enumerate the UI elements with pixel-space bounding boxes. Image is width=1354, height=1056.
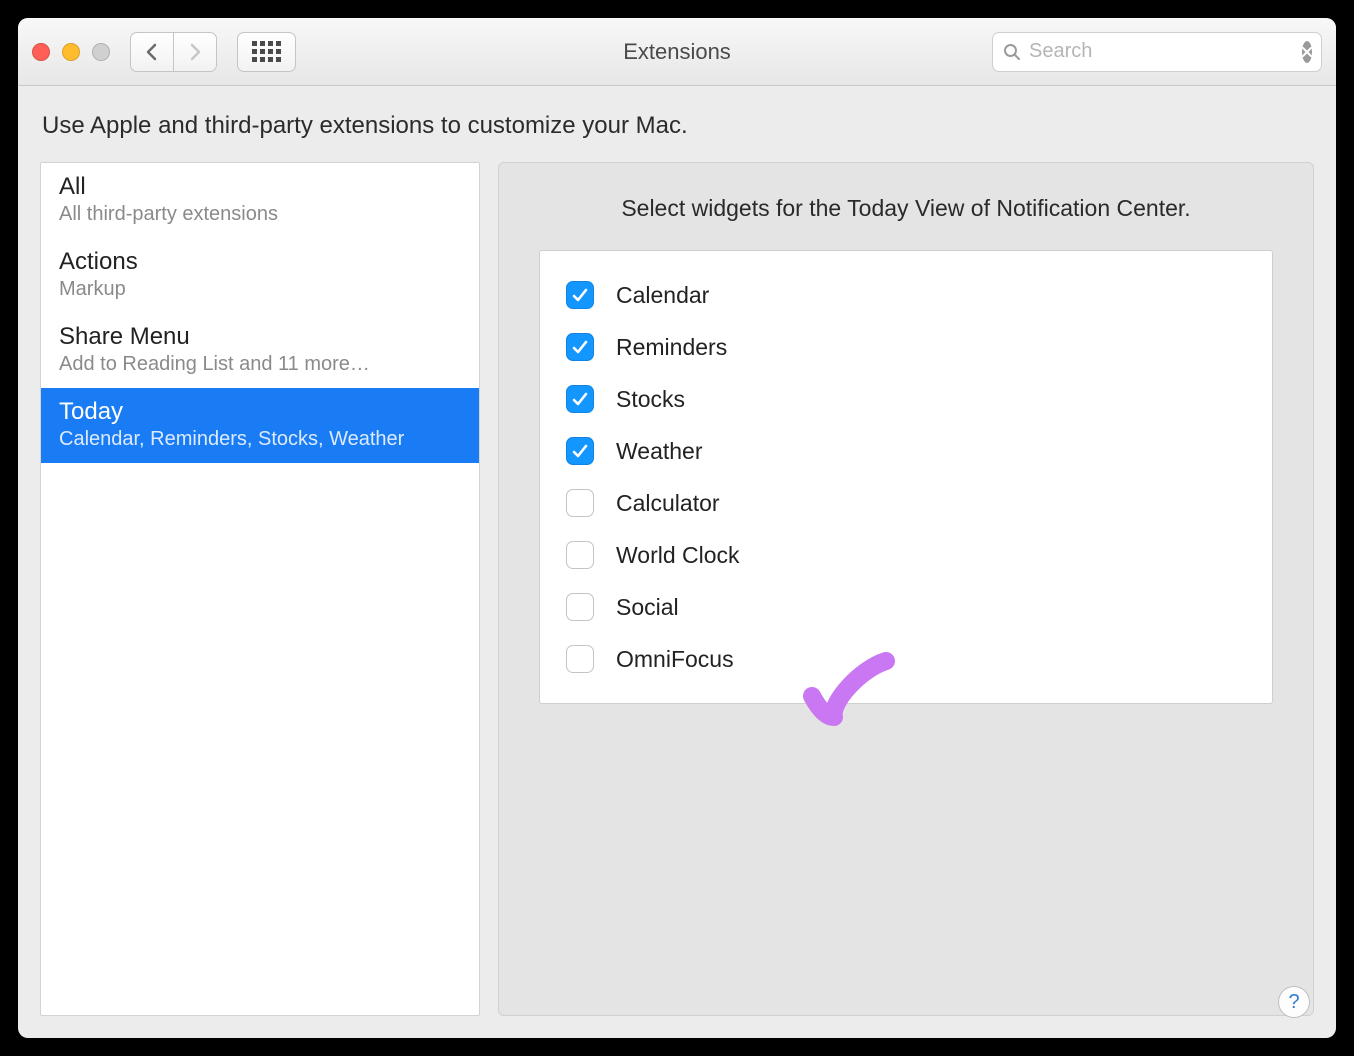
widget-label: OmniFocus bbox=[616, 646, 734, 673]
sidebar-item-share-menu[interactable]: Share Menu Add to Reading List and 11 mo… bbox=[41, 313, 479, 388]
sidebar-item-subtitle: Markup bbox=[59, 278, 461, 301]
search-field[interactable] bbox=[992, 32, 1322, 72]
widget-label: World Clock bbox=[616, 542, 740, 569]
checkmark-icon bbox=[571, 286, 589, 304]
widget-row-stocks: Stocks bbox=[566, 373, 1246, 425]
checkbox-world-clock[interactable] bbox=[566, 541, 594, 569]
widget-row-calendar: Calendar bbox=[566, 269, 1246, 321]
clear-search-button[interactable] bbox=[1302, 41, 1312, 63]
sidebar-item-title: Actions bbox=[59, 248, 461, 276]
sidebar-item-title: Today bbox=[59, 398, 461, 426]
detail-pane: Select widgets for the Today View of Not… bbox=[498, 162, 1314, 1016]
detail-title: Select widgets for the Today View of Not… bbox=[539, 195, 1273, 222]
chevron-right-icon bbox=[188, 43, 202, 61]
checkmark-icon bbox=[571, 390, 589, 408]
chevron-left-icon bbox=[145, 43, 159, 61]
checkbox-stocks[interactable] bbox=[566, 385, 594, 413]
window-title: Extensions bbox=[623, 39, 731, 65]
checkbox-weather[interactable] bbox=[566, 437, 594, 465]
columns: All All third-party extensions Actions M… bbox=[40, 162, 1314, 1016]
widget-row-weather: Weather bbox=[566, 425, 1246, 477]
checkbox-calculator[interactable] bbox=[566, 489, 594, 517]
titlebar: Extensions bbox=[18, 18, 1336, 86]
back-button[interactable] bbox=[130, 32, 173, 72]
checkmark-icon bbox=[571, 338, 589, 356]
sidebar-item-subtitle: Calendar, Reminders, Stocks, Weather bbox=[59, 428, 461, 451]
category-sidebar: All All third-party extensions Actions M… bbox=[40, 162, 480, 1016]
search-icon bbox=[1003, 43, 1021, 61]
sidebar-item-today[interactable]: Today Calendar, Reminders, Stocks, Weath… bbox=[41, 388, 479, 463]
sidebar-item-subtitle: Add to Reading List and 11 more… bbox=[59, 353, 461, 376]
nav-buttons bbox=[130, 32, 217, 72]
widget-row-world-clock: World Clock bbox=[566, 529, 1246, 581]
checkbox-reminders[interactable] bbox=[566, 333, 594, 361]
help-button[interactable]: ? bbox=[1278, 986, 1310, 1018]
checkmark-icon bbox=[571, 442, 589, 460]
show-all-button[interactable] bbox=[237, 32, 296, 72]
sidebar-item-subtitle: All third-party extensions bbox=[59, 203, 461, 226]
zoom-window-button[interactable] bbox=[92, 43, 110, 61]
sidebar-item-all[interactable]: All All third-party extensions bbox=[41, 163, 479, 238]
grid-icon bbox=[252, 41, 281, 62]
sidebar-item-actions[interactable]: Actions Markup bbox=[41, 238, 479, 313]
close-window-button[interactable] bbox=[32, 43, 50, 61]
widget-row-omnifocus: OmniFocus bbox=[566, 633, 1246, 685]
widget-list: Calendar Reminders Stocks bbox=[539, 250, 1273, 704]
widget-label: Stocks bbox=[616, 386, 685, 413]
intro-text: Use Apple and third-party extensions to … bbox=[42, 112, 1314, 140]
sidebar-item-title: All bbox=[59, 173, 461, 201]
x-icon bbox=[1302, 47, 1312, 57]
widget-label: Reminders bbox=[616, 334, 727, 361]
preferences-window: Extensions Use Apple and third-party ext… bbox=[18, 18, 1336, 1038]
help-icon: ? bbox=[1288, 991, 1299, 1014]
forward-button[interactable] bbox=[173, 32, 217, 72]
widget-label: Social bbox=[616, 594, 679, 621]
widget-row-social: Social bbox=[566, 581, 1246, 633]
widget-label: Calculator bbox=[616, 490, 720, 517]
widget-label: Weather bbox=[616, 438, 703, 465]
sidebar-item-title: Share Menu bbox=[59, 323, 461, 351]
checkbox-social[interactable] bbox=[566, 593, 594, 621]
window-controls bbox=[32, 43, 110, 61]
search-input[interactable] bbox=[1029, 40, 1294, 63]
widget-row-calculator: Calculator bbox=[566, 477, 1246, 529]
widget-row-reminders: Reminders bbox=[566, 321, 1246, 373]
content-area: Use Apple and third-party extensions to … bbox=[18, 86, 1336, 1038]
minimize-window-button[interactable] bbox=[62, 43, 80, 61]
widget-label: Calendar bbox=[616, 282, 709, 309]
checkbox-calendar[interactable] bbox=[566, 281, 594, 309]
checkbox-omnifocus[interactable] bbox=[566, 645, 594, 673]
